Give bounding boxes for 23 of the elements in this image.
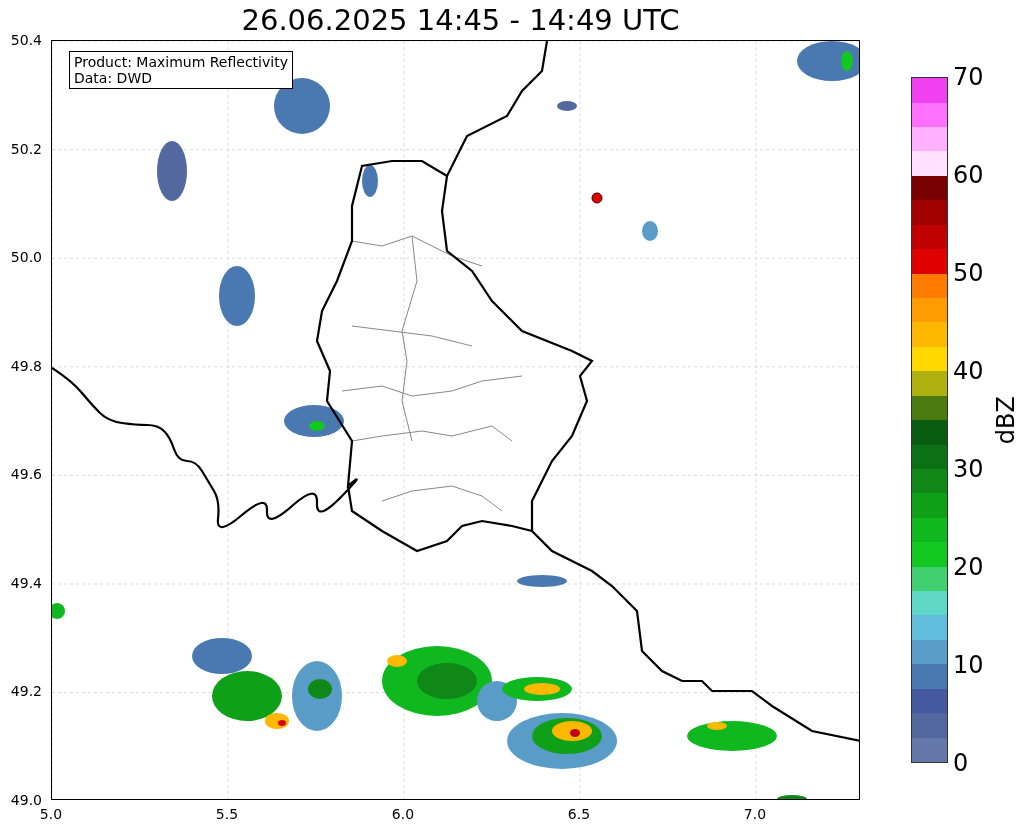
- colorbar-tick-label: 10: [953, 652, 984, 678]
- colorbar-tick-label: 50: [953, 260, 984, 286]
- x-tick-label: 7.0: [743, 806, 767, 822]
- colorbar-label: dBZ: [992, 395, 1020, 445]
- y-tick-label: 49.8: [10, 357, 42, 374]
- y-tick-label: 49.6: [10, 466, 42, 483]
- y-tick-label: 50.0: [10, 249, 42, 266]
- colorbar-tick-label: 30: [953, 456, 984, 482]
- annotation-box: Product: Maximum Reflectivity Data: DWD: [69, 51, 293, 89]
- y-tick-label: 50.4: [10, 32, 42, 48]
- colorbar-tick-label: 60: [953, 162, 984, 188]
- x-tick-label: 5.5: [215, 806, 239, 822]
- y-tick-label: 49.0: [10, 792, 42, 808]
- colorbar-tick-label: 40: [953, 358, 984, 384]
- x-tick-label: 6.0: [391, 806, 415, 822]
- y-tick-label: 49.4: [10, 574, 42, 591]
- colorbar-tick-label: 20: [953, 554, 984, 580]
- colorbar-tick-label: 0: [953, 750, 969, 776]
- x-tick-label: 6.5: [567, 806, 591, 822]
- y-tick-label: 49.2: [10, 683, 42, 700]
- x-tick-label: 5.0: [39, 806, 63, 822]
- y-tick-label: 50.2: [10, 140, 42, 157]
- colorbar-tick-label: 70: [953, 64, 984, 90]
